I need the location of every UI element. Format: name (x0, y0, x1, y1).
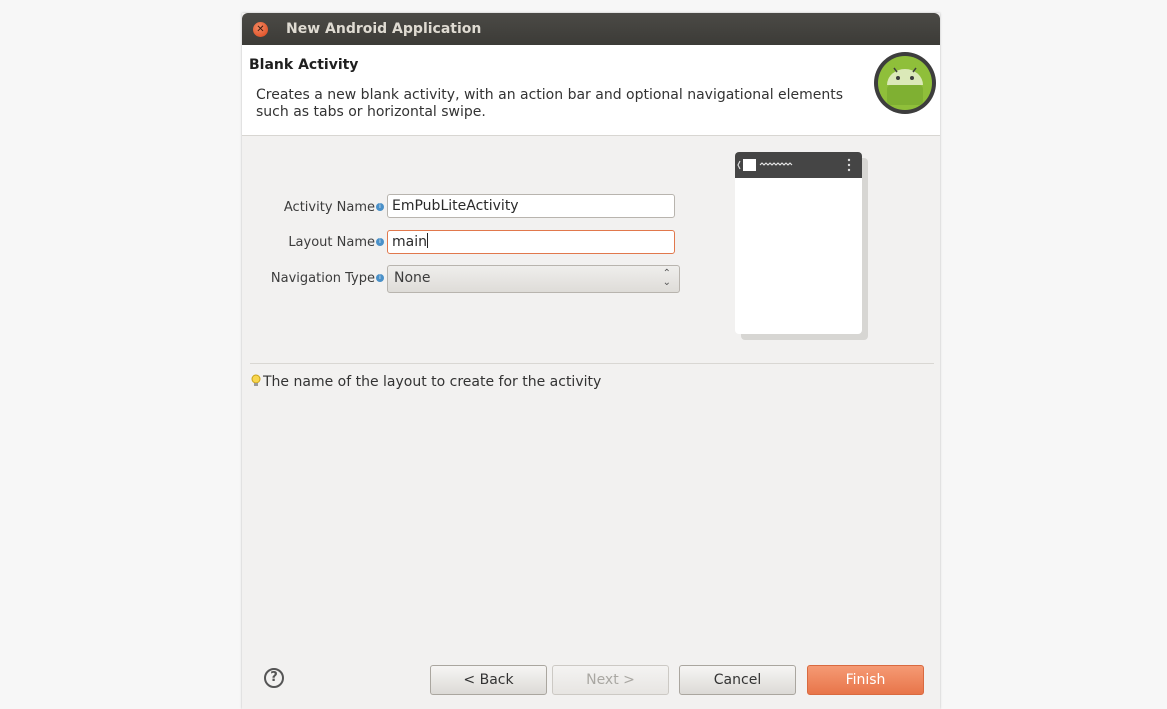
page-title: Blank Activity (249, 57, 359, 73)
navigation-type-label-text: Navigation Type (270, 271, 375, 286)
activity-name-input[interactable]: EmPubLiteActivity (387, 194, 675, 218)
navigation-type-label: Navigation Type i (242, 271, 384, 286)
lightbulb-icon (251, 374, 261, 386)
preview-action-bar (735, 152, 862, 178)
hint-message: The name of the layout to create for the… (251, 374, 601, 390)
close-icon[interactable]: ✕ (253, 22, 268, 37)
chevron-updown-icon: ⌃ ⌄ (662, 268, 671, 288)
wizard-header: Blank Activity Creates a new blank activ… (242, 45, 940, 136)
cancel-button[interactable]: Cancel (679, 665, 796, 695)
divider (250, 363, 934, 364)
info-icon[interactable]: i (376, 274, 384, 282)
text-caret (426, 233, 428, 248)
layout-name-value: main (392, 234, 427, 250)
page-description: Creates a new blank activity, with an ac… (256, 87, 844, 120)
activity-preview (735, 152, 862, 334)
layout-name-input[interactable]: main (387, 230, 675, 254)
next-button[interactable]: Next > (552, 665, 669, 695)
new-android-application-dialog: ✕ New Android Application Blank Activity… (242, 13, 940, 709)
info-icon[interactable]: i (376, 203, 384, 211)
activity-name-label-text: Activity Name (283, 200, 375, 215)
layout-name-label-text: Layout Name (288, 235, 375, 250)
title-bar[interactable]: ✕ New Android Application (242, 13, 940, 45)
navigation-type-value: None (394, 270, 431, 286)
window-title: New Android Application (286, 21, 482, 37)
navigation-type-select[interactable]: None ⌃ ⌄ (387, 265, 680, 293)
preview-action-bar-icons (737, 158, 851, 172)
finish-button[interactable]: Finish (807, 665, 924, 695)
hint-text: The name of the layout to create for the… (263, 374, 602, 390)
help-icon[interactable]: ? (264, 668, 284, 688)
back-button[interactable]: < Back (430, 665, 547, 695)
layout-name-label: Layout Name i (242, 235, 384, 250)
activity-name-label: Activity Name i (242, 200, 384, 215)
info-icon[interactable]: i (376, 238, 384, 246)
android-logo (874, 52, 936, 114)
